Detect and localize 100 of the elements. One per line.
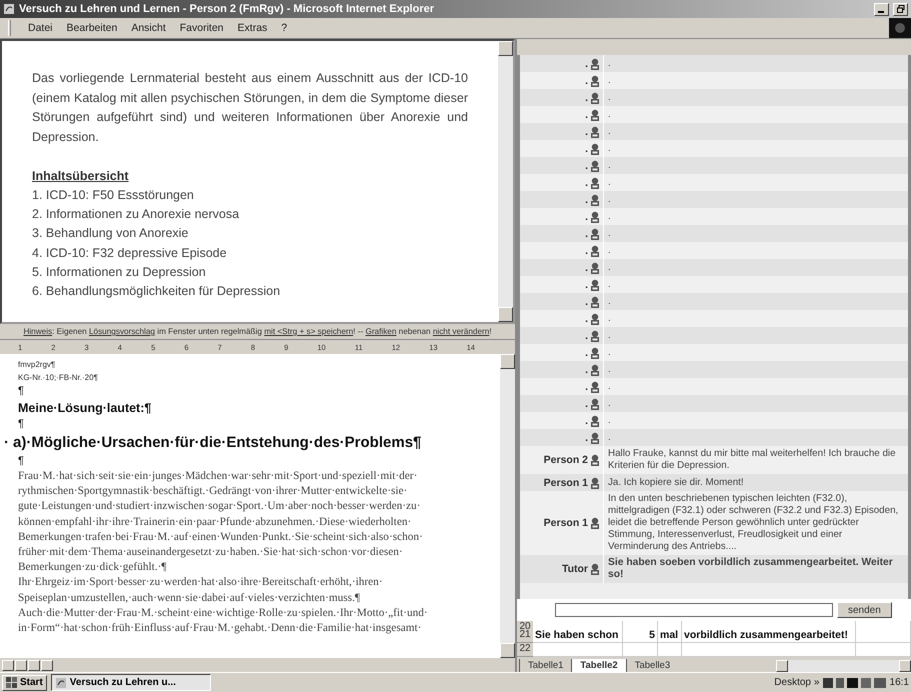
toc-heading: Inhaltsübersicht — [32, 168, 130, 185]
user-icon — [590, 398, 600, 410]
user-icon — [590, 92, 600, 104]
minimize-button[interactable] — [874, 2, 889, 16]
document-line: Frau·M.·hat·sich·seit·sie·ein·junges·Mädchen·war·sehr·mit·Sport·und·speziell·mit·der· — [18, 469, 418, 484]
author-name: . — [585, 194, 588, 206]
chat-message: . — [607, 244, 612, 258]
desktop-toolbar-label[interactable]: Desktop — [774, 677, 811, 688]
menu-item[interactable]: Extras — [230, 22, 274, 34]
author-name: . — [585, 108, 588, 120]
author-name: . — [585, 330, 588, 342]
author-name: . — [585, 74, 588, 86]
user-icon — [590, 126, 600, 138]
author-name: . — [585, 58, 588, 70]
author-name: . — [585, 346, 588, 358]
document-line: Bemerkungen·zu·dick·gefühlt.·¶ — [18, 560, 168, 576]
view-button[interactable] — [2, 660, 14, 670]
author-name: . — [585, 92, 588, 104]
chat-message: . — [607, 362, 612, 376]
toc-item: 6. Behandlungsmöglichkeiten für Depression — [32, 283, 282, 300]
chat-message: . — [607, 278, 612, 292]
document-line: Ihr·Ehrgeiz·im·Sport·besser·zu·werden·hat·also·ihre·Bereitschaft·erhöht,·ihren· — [18, 575, 384, 590]
chat-message: . — [607, 176, 612, 190]
author-name: . — [585, 262, 588, 274]
author-name: . — [585, 432, 588, 444]
restore-button[interactable] — [893, 2, 908, 16]
document-line: Auch·die·Mutter·der·Frau·M.·scheint·eine·wichtige·Rolle·zu·spielen.·Ihr·Motto·„fit·und· — [18, 606, 429, 621]
document-line: ¶ — [18, 454, 25, 469]
taskbar-button[interactable]: Versuch zu Lehren u... — [50, 674, 211, 691]
chat-message: . — [607, 74, 612, 88]
chat-message: . — [607, 414, 612, 428]
document-line: Bemerkungen·trafen·bei·Frau·M.·auf·einen·Wunden·Punkt.·Sie·scheint·sich·also·schon· — [18, 530, 424, 545]
chat-message: . — [607, 430, 612, 444]
menu-item[interactable]: ? — [274, 22, 294, 34]
document-line: ¶ — [18, 417, 25, 432]
user-icon — [590, 476, 600, 488]
view-button[interactable] — [41, 660, 53, 670]
document-line: rythmischen·Sportgymnastik·beschäftigt.·Gedrängt·von·ihrer·Mutter·entwickelte·sie· — [18, 484, 408, 500]
view-button[interactable] — [15, 660, 27, 670]
document-line: gute·Leistungen·und·studiert·inzwischen·sogar·Sport.·Um·aber·noch·besser·werden·zu· — [18, 499, 422, 514]
intro-paragraph: Das vorliegende Lernmaterial besteht aus einem Ausschnitt aus der ICD-10 (einem Katalog mit allen psychischen Störungen, in dem die Symptome dieser Störungen aufgeführt sind) und weiteren Informationen über Anorexie und Depression. — [32, 70, 468, 146]
author-name: Person 2 — [544, 454, 588, 466]
user-icon — [590, 296, 600, 308]
chevron[interactable]: » — [814, 677, 820, 688]
user-icon — [590, 432, 600, 444]
user-icon — [590, 58, 600, 70]
message-input[interactable] — [555, 603, 833, 617]
chat-message: . — [607, 380, 612, 394]
menu-item[interactable]: Datei — [21, 22, 60, 34]
user-icon — [590, 176, 600, 188]
clock: 16:1 — [890, 677, 909, 688]
author-name: . — [585, 160, 588, 172]
document-line: fmvp2rgv¶ — [18, 359, 56, 371]
user-icon — [590, 74, 600, 86]
toc-item: 3. Behandlung von Anorexie — [32, 225, 190, 242]
document-line: KG-Nr.·10;·FB-Nr.·20¶ — [18, 372, 99, 384]
author-name: Person 1 — [544, 476, 588, 488]
chat-message: . — [607, 90, 612, 104]
send-button[interactable]: senden — [837, 602, 892, 618]
browser-icon — [54, 676, 67, 688]
start-button[interactable]: Start — [2, 674, 47, 690]
user-icon — [590, 108, 600, 120]
menu-item[interactable]: Ansicht — [124, 22, 173, 34]
chat-message: . — [607, 158, 612, 172]
user-icon — [590, 364, 600, 376]
author-name: . — [585, 210, 588, 222]
scrollbar[interactable] — [500, 354, 515, 658]
sheet-tab[interactable]: Tabelle2 — [571, 659, 626, 672]
user-icon — [590, 517, 600, 529]
author-name: . — [585, 278, 588, 290]
menu-item[interactable]: Bearbeiten — [60, 22, 124, 34]
tray-icons[interactable] — [822, 676, 887, 690]
chat-message: . — [607, 226, 612, 240]
view-button[interactable] — [28, 660, 40, 670]
chat-message: . — [607, 142, 612, 156]
toc-item: 1. ICD-10: F50 Essstörungen — [32, 187, 195, 204]
chat-message: In den unten beschriebenen typischen leichten (F32.0), mittelgradigen (F32.1) oder schweren (F32.2 und F32.3) Episoden, leidet die betreffende Person gewöhnlich unter gedrückter Stimmung, Interessenverlust, Freudlosigkeit und einer Verminderung des Antriebs.... — [607, 492, 900, 554]
user-icon — [590, 262, 600, 274]
author-name: . — [585, 142, 588, 154]
menu-item[interactable]: Favoriten — [172, 22, 231, 34]
chat-message: . — [607, 108, 612, 122]
document-line: früher·mit·dem·Thema·auseinandergesetzt·zu·haben.·Sie·hat·sich·schon·vor·diesen· — [18, 545, 404, 560]
chat-message: . — [607, 260, 612, 274]
windows-logo-icon — [6, 677, 18, 688]
chat-message: . — [607, 192, 612, 206]
document-line: ¶ — [18, 384, 25, 399]
author-name: . — [585, 398, 588, 410]
toc-item: 4. ICD-10: F32 depressive Episode — [32, 244, 228, 262]
user-icon — [590, 210, 600, 222]
user-icon — [590, 228, 600, 240]
scrollbar[interactable] — [498, 41, 513, 322]
chat-message: . — [607, 346, 612, 360]
logo-icon — [889, 18, 911, 38]
author-name: . — [585, 296, 588, 308]
user-icon — [590, 563, 600, 575]
author-name: . — [585, 380, 588, 392]
scrollbar[interactable] — [776, 660, 911, 672]
author-name: Person 1 — [544, 517, 588, 529]
sheet-cell — [856, 629, 911, 643]
chat-message: Ja. Ich kopiere sie dir. Moment! — [607, 476, 745, 490]
